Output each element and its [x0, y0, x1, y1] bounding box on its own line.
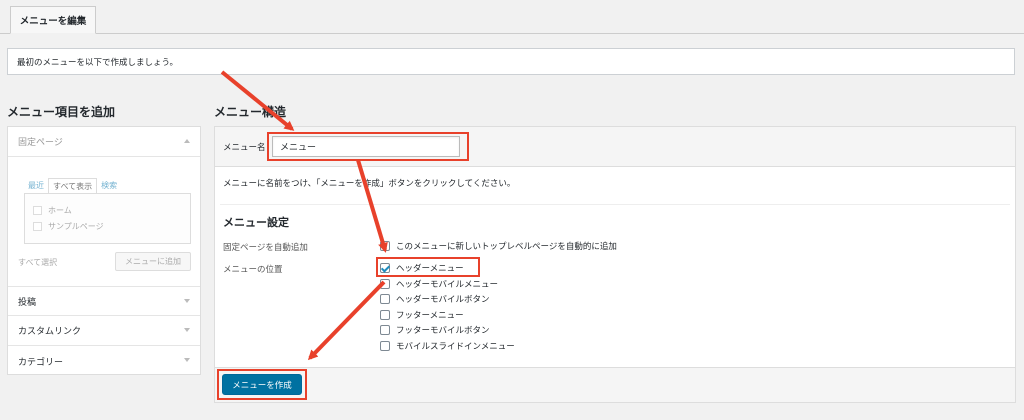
annotation-arrows — [220, 70, 388, 361]
arrow-to-header-menu — [356, 159, 388, 253]
arrow-to-menu-name — [220, 70, 295, 131]
arrow-to-create-button — [307, 280, 386, 361]
